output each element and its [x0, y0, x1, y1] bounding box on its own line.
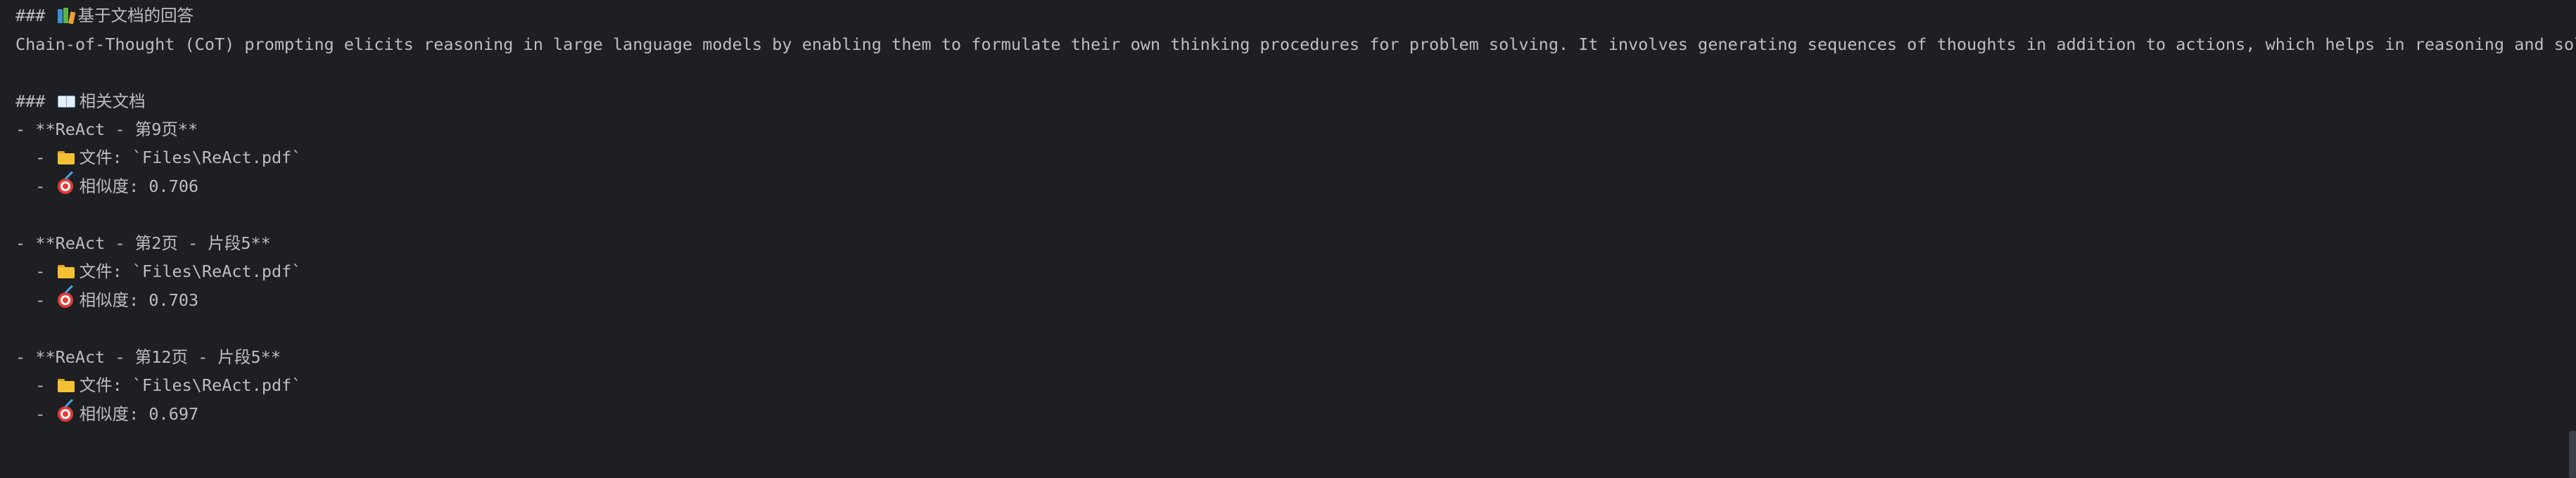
doc-similarity-line: - 相似度: 0.697: [15, 399, 199, 428]
doc-file-label: 文件: `Files\ReAct.pdf`: [79, 148, 302, 167]
list-bullet: -: [15, 176, 46, 196]
doc-file-line: - 文件: `Files\ReAct.pdf`: [15, 371, 301, 399]
list-bullet: -: [15, 290, 46, 310]
folder-icon: [57, 150, 75, 165]
doc-file-label: 文件: `Files\ReAct.pdf`: [79, 261, 302, 281]
list-bullet: -: [15, 261, 46, 281]
doc-title: - **ReAct - 第12页 - 片段5**: [15, 347, 281, 367]
target-icon: [57, 399, 75, 423]
answer-heading: ### 基于文档的回答: [15, 1, 193, 30]
doc-similarity-line: - 相似度: 0.706: [15, 171, 199, 200]
doc-similarity-label: 相似度: 0.697: [79, 404, 199, 424]
target-icon: [57, 285, 75, 309]
list-bullet: -: [15, 148, 46, 167]
doc-similarity-label: 相似度: 0.703: [79, 290, 199, 310]
folder-icon: [57, 264, 75, 279]
doc-file-label: 文件: `Files\ReAct.pdf`: [79, 375, 302, 395]
doc-file-line: - 文件: `Files\ReAct.pdf`: [15, 257, 301, 285]
target-icon: [57, 171, 75, 195]
scrollbar-thumb[interactable]: [2569, 431, 2576, 478]
answer-text: Chain-of-Thought (CoT) prompting elicits…: [15, 34, 2576, 54]
doc-similarity-label: 相似度: 0.706: [79, 176, 199, 196]
folder-icon: [57, 377, 75, 393]
heading-text: 基于文档的回答: [77, 6, 194, 25]
doc-file-line: - 文件: `Files\ReAct.pdf`: [15, 143, 301, 172]
books-icon: [57, 7, 75, 24]
docs-heading-text: 相关文档: [79, 91, 146, 111]
open-book-icon: [57, 94, 75, 108]
doc-similarity-line: - 相似度: 0.703: [15, 285, 199, 314]
docs-heading: ### 相关文档: [15, 87, 146, 115]
heading-prefix: ###: [15, 6, 46, 25]
doc-title: - **ReAct - 第2页 - 片段5**: [15, 233, 271, 253]
docs-heading-prefix: ###: [15, 91, 46, 111]
list-bullet: -: [15, 404, 46, 424]
list-bullet: -: [15, 375, 46, 395]
doc-title: - **ReAct - 第9页**: [15, 119, 198, 139]
console-output[interactable]: ### 基于文档的回答 Chain-of-Thought (CoT) promp…: [0, 0, 2576, 478]
